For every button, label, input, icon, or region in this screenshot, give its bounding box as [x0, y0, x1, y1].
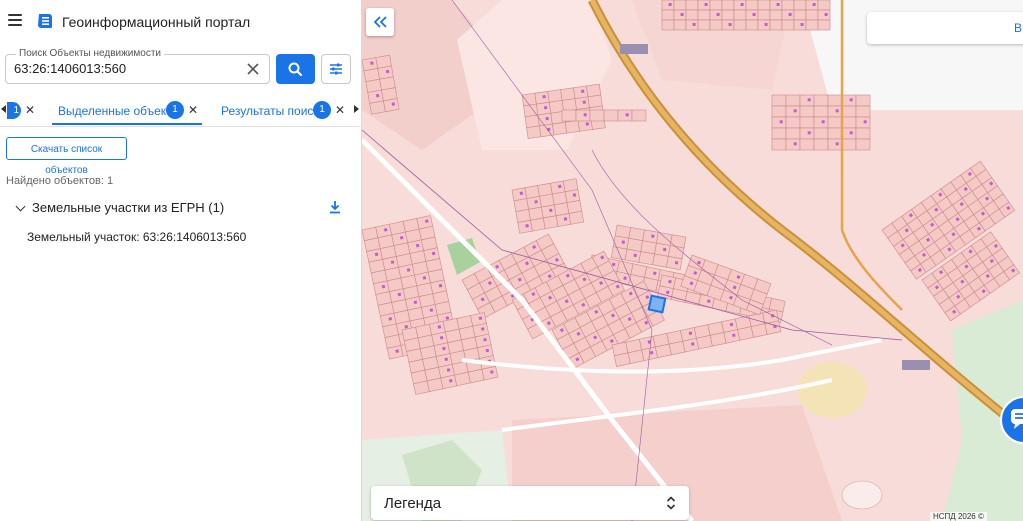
chat-icon: [1011, 409, 1023, 429]
list-item-land-plot[interactable]: Земельный участок: 63:26:1406013:560: [27, 230, 246, 244]
menu-icon[interactable]: [8, 14, 22, 26]
close-tab-selected-objects-icon[interactable]: ✕: [188, 104, 198, 116]
search-input[interactable]: [14, 61, 239, 76]
map-layer-button[interactable]: В: [867, 12, 1023, 44]
map-layer-button-label: В: [1014, 21, 1023, 35]
map-view[interactable]: В Легенда НСПД 2026 ©: [362, 0, 1023, 521]
filter-sliders-icon: [330, 63, 342, 75]
search-field[interactable]: Поиск Объекты недвижимости: [5, 48, 270, 84]
tab-selected-objects[interactable]: Выделенные объекты 1 ✕: [52, 96, 202, 126]
search-label: Поиск Объекты недвижимости: [16, 48, 164, 59]
tabs-scroll-right-icon[interactable]: [354, 105, 359, 113]
tabs-scroll-left-icon[interactable]: [1, 105, 6, 113]
tab-badge-hidden: 1: [7, 102, 21, 119]
tab-bar: 1 ✕ Выделенные объекты 1 ✕ Результаты по…: [0, 96, 362, 127]
chat-button[interactable]: [1000, 396, 1023, 444]
legend-bar[interactable]: Легенда: [371, 486, 689, 520]
active-tab-indicator: [52, 123, 202, 125]
close-tab-hidden-icon[interactable]: ✕: [25, 104, 35, 116]
group-label: Земельные участки из ЕГРН (1): [32, 200, 225, 215]
found-count: Найдено объектов: 1: [6, 175, 114, 187]
app-title: Геоинформационный портал: [62, 14, 251, 30]
close-tab-search-results-icon[interactable]: ✕: [335, 104, 345, 116]
collapse-panel-button[interactable]: [366, 8, 394, 36]
filter-button[interactable]: [321, 54, 351, 84]
map-canvas[interactable]: [362, 0, 1023, 521]
group-land-plots[interactable]: Земельные участки из ЕГРН (1): [0, 197, 362, 219]
search-icon: [288, 62, 303, 77]
legend-label: Легенда: [384, 495, 442, 512]
double-chevron-left-icon: [373, 16, 387, 28]
download-icon[interactable]: [328, 199, 342, 215]
tab-search-results-badge: 1: [313, 101, 331, 119]
download-list-button[interactable]: Скачать список объектов: [6, 137, 127, 176]
clear-icon[interactable]: [245, 61, 261, 77]
map-attribution: НСПД 2026 ©: [930, 512, 987, 521]
tab-selected-objects-badge: 1: [166, 101, 184, 119]
tab-search-results[interactable]: Результаты поиска 1 ✕: [215, 96, 350, 126]
search-button[interactable]: [276, 54, 315, 84]
side-panel: Геоинформационный портал Поиск Объекты н…: [0, 0, 362, 521]
tab-selected-objects-label: Выделенные объекты: [58, 104, 181, 118]
expand-collapse-icon[interactable]: [666, 495, 676, 511]
portal-logo-icon: [38, 14, 52, 28]
tab-search-results-label: Результаты поиска: [221, 104, 326, 118]
chevron-down-icon[interactable]: [15, 201, 26, 212]
selected-parcel[interactable]: [647, 294, 667, 314]
